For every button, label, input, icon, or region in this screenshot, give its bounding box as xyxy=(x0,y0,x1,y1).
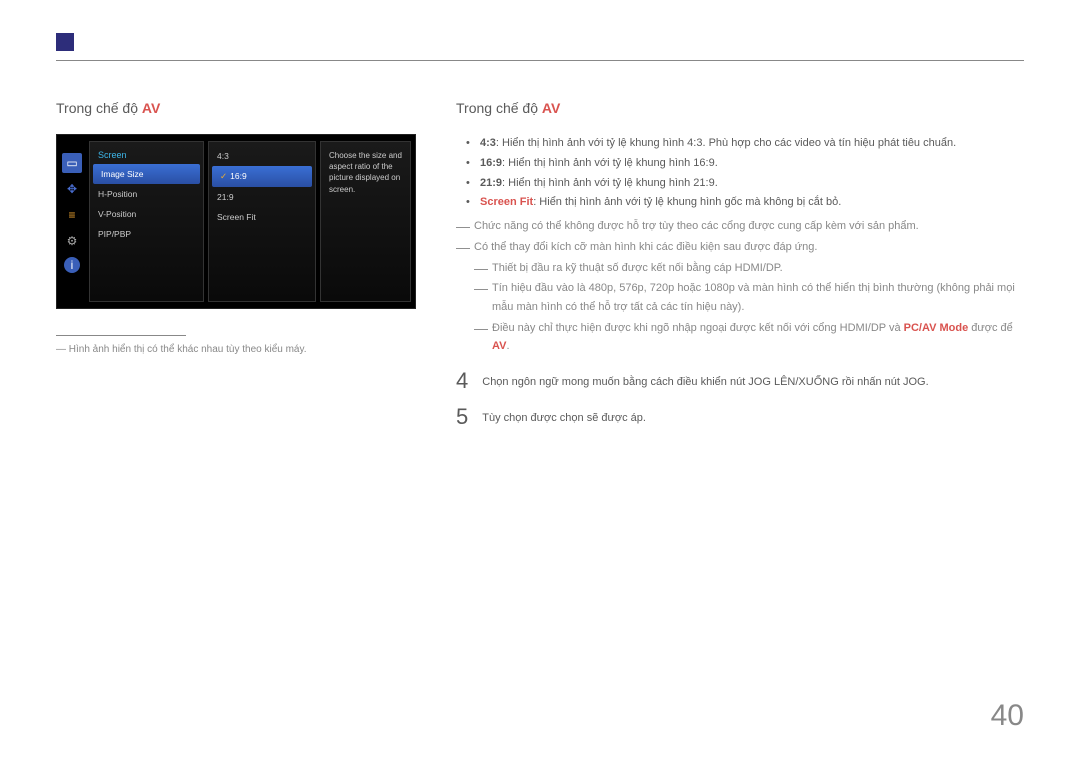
bullet-169: 16:9: Hiển thị hình ảnh với tỷ lệ khung … xyxy=(456,154,1024,174)
step-5-text: Tùy chọn được chọn sẽ được áp. xyxy=(482,406,646,424)
footnote-rule xyxy=(56,335,186,336)
note-line-1: Chức năng có thể không được hỗ trợ tùy t… xyxy=(456,217,1024,236)
right-heading: Trong chế độ AV xyxy=(456,100,1024,116)
bullet-fit: Screen Fit: Hiển thị hình ảnh với tỷ lệ … xyxy=(456,193,1024,213)
top-divider xyxy=(56,60,1024,61)
page-number: 40 xyxy=(991,699,1024,733)
left-column: Trong chế độ AV ▭ ✥ ≡ ⚙ i Screen Image S… xyxy=(56,100,456,428)
step-4-text: Chọn ngôn ngữ mong muốn bằng cách điều k… xyxy=(482,370,928,388)
left-heading: Trong chế độ AV xyxy=(56,100,436,116)
bullet-fit-label: Screen Fit xyxy=(480,196,533,208)
note-sub-3: Điều này chỉ thực hiện được khi ngõ nhập… xyxy=(474,319,1024,356)
step-5-number: 5 xyxy=(456,406,468,428)
bullet-219-text: : Hiển thị hình ảnh với tỷ lệ khung hình… xyxy=(502,177,718,189)
osd-main-menu: Screen Image Size H-Position V-Position … xyxy=(89,141,204,302)
av-label: AV xyxy=(492,340,506,352)
bullet-219: 21:9: Hiển thị hình ảnh với tỷ lệ khung … xyxy=(456,174,1024,194)
osd-sub-43: 4:3 xyxy=(209,146,315,166)
osd-sub-219: 21:9 xyxy=(209,187,315,207)
osd-screenshot: ▭ ✥ ≡ ⚙ i Screen Image Size H-Position V… xyxy=(56,134,416,309)
notes-block: Chức năng có thể không được hỗ trợ tùy t… xyxy=(456,217,1024,356)
note-sub-3-prefix: Điều này chỉ thực hiện được khi ngõ nhập… xyxy=(492,322,904,334)
bullet-169-label: 16:9 xyxy=(480,157,502,169)
notes-sublist: Thiết bị đầu ra kỹ thuật số được kết nối… xyxy=(474,259,1024,356)
note-sub-3-end: . xyxy=(506,340,509,352)
joystick-icon: ✥ xyxy=(62,179,82,199)
right-column: Trong chế độ AV 4:3: Hiển thị hình ảnh v… xyxy=(456,100,1024,428)
osd-sub-fit: Screen Fit xyxy=(209,207,315,227)
osd-submenu: 4:3 ✓16:9 21:9 Screen Fit xyxy=(208,141,316,302)
step-5: 5 Tùy chọn được chọn sẽ được áp. xyxy=(456,406,1024,428)
note-sub-1: Thiết bị đầu ra kỹ thuật số được kết nối… xyxy=(474,259,1024,278)
osd-menu-item-image-size: Image Size xyxy=(93,164,200,184)
page-content: Trong chế độ AV ▭ ✥ ≡ ⚙ i Screen Image S… xyxy=(56,100,1024,428)
bullet-43: 4:3: Hiển thị hình ảnh với tỷ lệ khung h… xyxy=(456,134,1024,154)
bullet-fit-text: : Hiển thị hình ảnh với tỷ lệ khung hình… xyxy=(533,196,841,208)
note-line-2: Có thể thay đổi kích cỡ màn hình khi các… xyxy=(456,238,1024,257)
left-heading-prefix: Trong chế độ xyxy=(56,100,142,116)
osd-sub-169-label: 16:9 xyxy=(230,171,247,181)
pcav-mode-label: PC/AV Mode xyxy=(904,322,969,334)
osd-icon-rail: ▭ ✥ ≡ ⚙ i xyxy=(57,135,87,308)
bullet-219-label: 21:9 xyxy=(480,177,502,189)
osd-sub-169: ✓16:9 xyxy=(212,166,312,187)
osd-description: Choose the size and aspect ratio of the … xyxy=(320,141,411,302)
ratio-list: 4:3: Hiển thị hình ảnh với tỷ lệ khung h… xyxy=(456,134,1024,213)
step-4-number: 4 xyxy=(456,370,468,392)
right-heading-accent: AV xyxy=(542,100,560,116)
gear-icon: ⚙ xyxy=(62,231,82,251)
check-icon: ✓ xyxy=(220,171,227,181)
bullet-43-text: : Hiển thị hình ảnh với tỷ lệ khung hình… xyxy=(496,137,956,149)
left-heading-accent: AV xyxy=(142,100,160,116)
bullet-43-label: 4:3 xyxy=(480,137,496,149)
note-sub-3-mid: được để xyxy=(968,322,1013,334)
note-sub-2: Tín hiệu đầu vào là 480p, 576p, 720p hoặ… xyxy=(474,279,1024,316)
bullet-169-text: : Hiển thị hình ảnh với tỷ lệ khung hình… xyxy=(502,157,718,169)
step-4: 4 Chọn ngôn ngữ mong muốn bằng cách điều… xyxy=(456,370,1024,392)
monitor-icon: ▭ xyxy=(62,153,82,173)
osd-menu-title: Screen xyxy=(90,146,203,164)
info-icon: i xyxy=(64,257,80,273)
bars-icon: ≡ xyxy=(62,205,82,225)
osd-menu-item-pip: PIP/PBP xyxy=(90,224,203,244)
osd-menu-item-vpos: V-Position xyxy=(90,204,203,224)
osd-menu-item-hpos: H-Position xyxy=(90,184,203,204)
chapter-marker xyxy=(56,33,74,51)
footnote-text: Hình ảnh hiển thị có thể khác nhau tùy t… xyxy=(56,344,436,355)
right-heading-prefix: Trong chế độ xyxy=(456,100,542,116)
